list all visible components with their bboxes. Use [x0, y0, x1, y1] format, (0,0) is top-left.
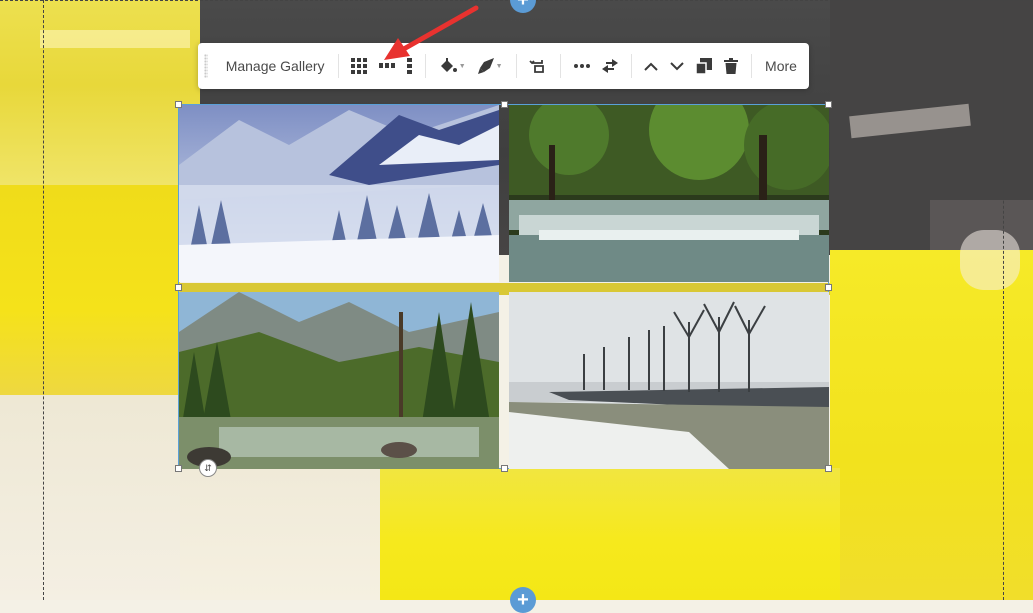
resize-handle-bottom-left[interactable] [175, 465, 182, 472]
swap-icon[interactable] [596, 51, 624, 81]
add-section-below-button[interactable]: + [510, 587, 536, 613]
resize-handle-top-left[interactable] [175, 101, 182, 108]
toolbar-divider [515, 54, 517, 78]
chevron-down-icon[interactable] [664, 51, 690, 81]
resize-handle-top-right[interactable] [825, 101, 832, 108]
duplicate-icon[interactable] [690, 51, 718, 81]
style-copy-icon[interactable] [523, 51, 553, 81]
right-column-guide [1003, 0, 1004, 600]
more-button[interactable]: More [759, 58, 803, 74]
gallery-image-mountain-river[interactable] [179, 292, 499, 469]
gallery-image-forest-waterfall[interactable] [509, 105, 829, 282]
toolbar-divider [630, 54, 632, 78]
drag-handle-icon[interactable] [204, 54, 208, 78]
gallery-image-frosty-road-trees[interactable] [509, 292, 829, 469]
chevron-up-icon[interactable] [638, 51, 664, 81]
annotation-arrow [384, 5, 479, 60]
resize-handle-middle-left[interactable] [175, 284, 182, 291]
gallery-toolbar: Manage Gallery ▼ ▼ More [198, 43, 809, 89]
resize-handle-bottom-center[interactable] [501, 465, 508, 472]
left-column-guide [43, 0, 44, 600]
gallery-block[interactable] [175, 101, 832, 472]
gallery-image-snowy-mountains[interactable] [179, 105, 499, 282]
resize-handle-top-center[interactable] [501, 101, 508, 108]
manage-gallery-button[interactable]: Manage Gallery [220, 58, 331, 74]
toolbar-divider [560, 54, 561, 78]
resize-handle-middle-right[interactable] [825, 284, 832, 291]
vertical-resize-icon[interactable]: ⇵ [199, 459, 217, 477]
trash-icon[interactable] [718, 51, 744, 81]
grid-layout-icon[interactable] [345, 51, 373, 81]
resize-handle-bottom-right[interactable] [825, 465, 832, 472]
toolbar-divider [751, 54, 753, 78]
spacing-icon[interactable] [568, 51, 596, 81]
toolbar-divider [337, 54, 339, 78]
